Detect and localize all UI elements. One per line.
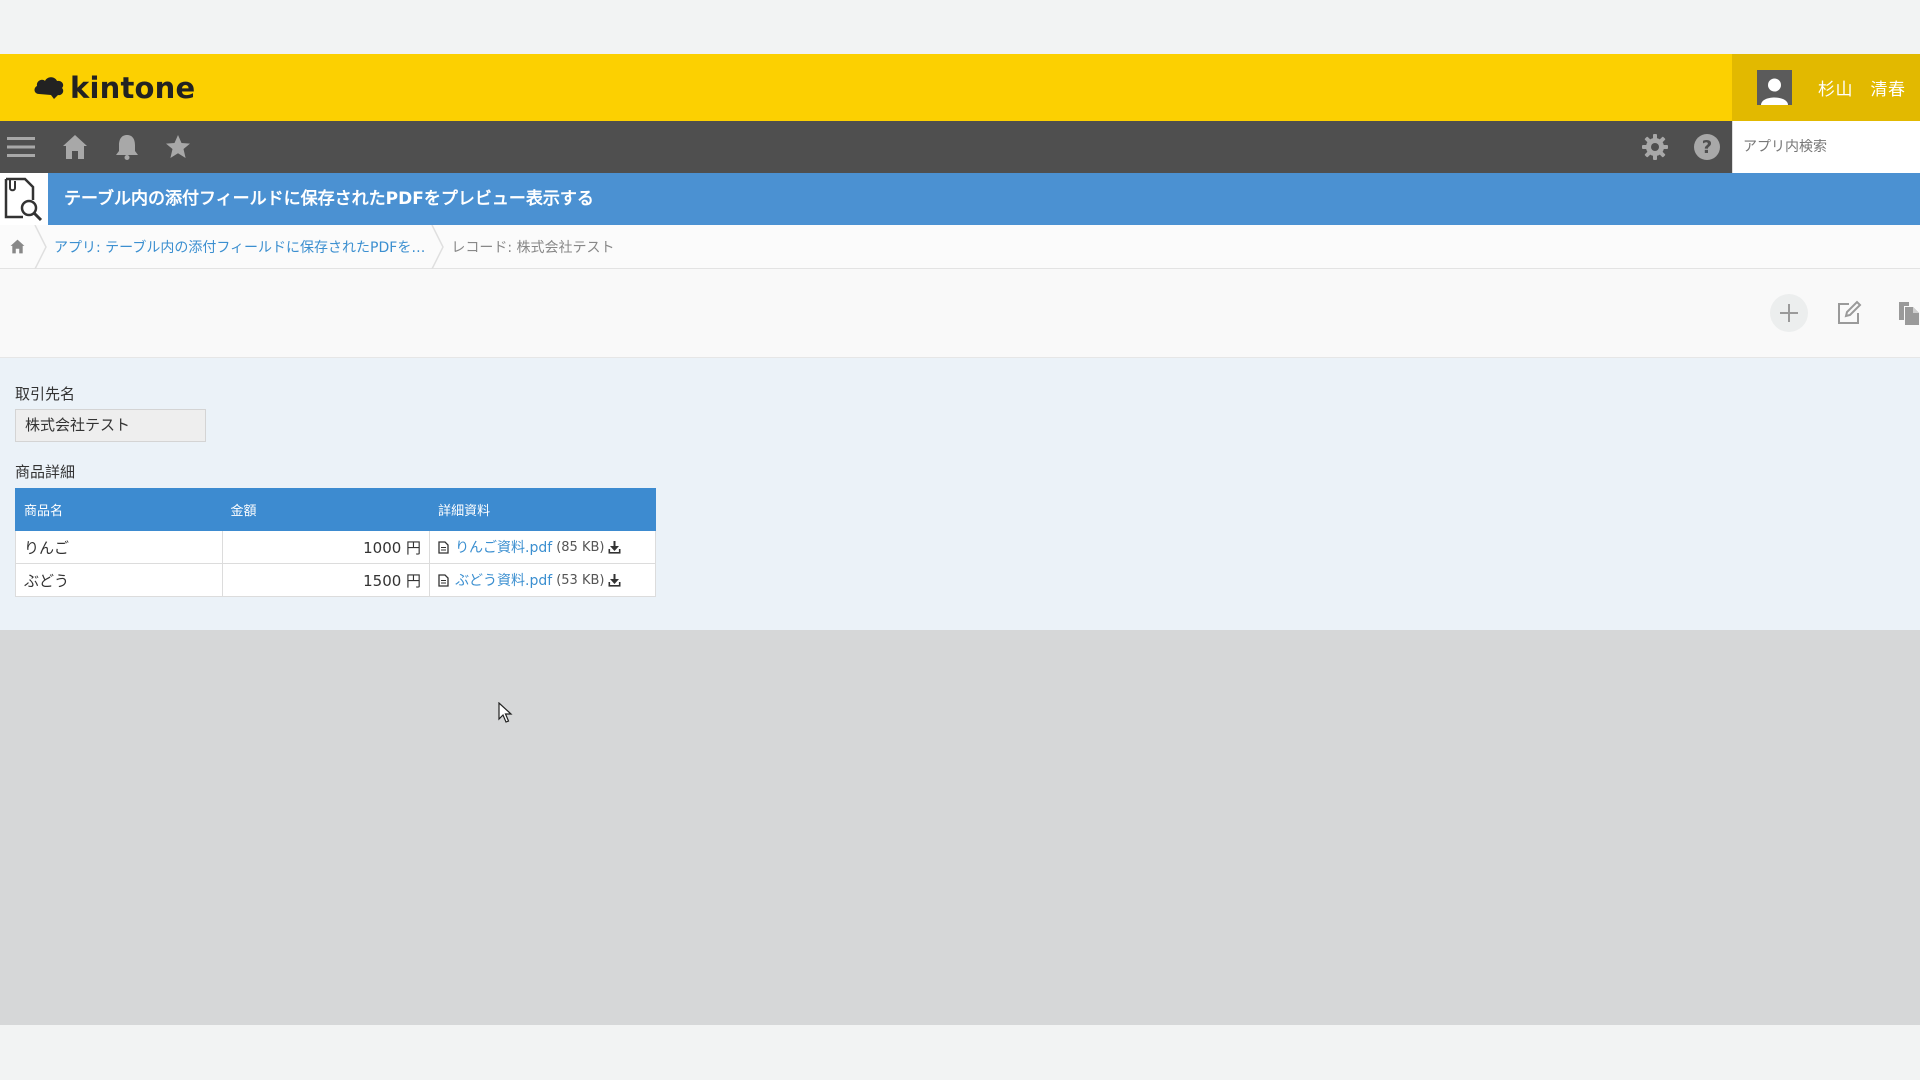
client-name-label: 取引先名 [15,385,76,403]
kintone-cloud-icon [34,77,64,99]
app-icon [0,173,48,225]
global-toolbar: ? [0,121,1920,173]
file-icon [438,573,449,587]
user-name: 杉山 清春 [1818,80,1906,100]
bell-icon [116,135,138,160]
client-name-value: 株式会社テスト [15,409,206,442]
amount-cell: 1500 円 [221,563,431,597]
gear-icon [1642,134,1668,160]
user-icon [1761,78,1788,105]
document-search-icon [4,177,43,222]
download-icon [608,541,621,554]
chevron-right-icon [34,224,47,269]
settings-button[interactable] [1640,121,1670,173]
chevron-right-icon [431,224,445,269]
product-name-cell: ぶどう [15,563,223,597]
file-icon [438,540,449,554]
column-header-amount: 金額 [221,488,431,531]
mouse-cursor-icon [498,702,513,723]
record-action-bar [0,269,1920,358]
kintone-logo[interactable]: kintone [32,68,195,108]
app-search-box [1732,121,1920,173]
breadcrumb: アプリ: テーブル内の添付フィールドに保存されたPDFを… レコード: 株式会社… [0,224,1920,269]
logo-text: kintone [70,71,196,105]
help-icon: ? [1694,134,1720,160]
avatar [1757,70,1792,105]
svg-text:?: ? [1702,137,1712,158]
home-icon [10,239,24,254]
menu-icon [7,137,35,157]
product-details-table: 商品名 金額 詳細資料 りんご 1000 円 りんご資料.pdf (85 KB)… [15,488,656,597]
breadcrumb-record: レコード: 株式会社テスト [451,239,615,256]
app-title: テーブル内の添付フィールドに保存されたPDFをプレビュー表示する [64,189,594,209]
column-header-product: 商品名 [15,488,223,531]
copy-icon [1899,302,1919,325]
amount-cell: 1000 円 [221,530,431,564]
portal-home-button[interactable] [60,121,90,173]
help-button[interactable]: ? [1692,121,1722,173]
document-cell: りんご資料.pdf (85 KB) [429,530,656,564]
breadcrumb-home[interactable] [0,225,34,269]
edit-icon [1838,300,1862,324]
product-details-label: 商品詳細 [15,463,76,481]
home-icon [63,135,87,159]
document-cell: ぶどう資料.pdf (53 KB) [429,563,656,597]
global-header: kintone 杉山 清春 [0,54,1920,121]
app-title-bar: テーブル内の添付フィールドに保存されたPDFをプレビュー表示する [0,173,1920,225]
file-size: (53 KB) [556,572,605,588]
plus-icon [1780,304,1798,322]
menu-button[interactable] [6,121,36,173]
record-detail: 取引先名 株式会社テスト 商品詳細 商品名 金額 詳細資料 りんご 1000 円 [0,358,1920,630]
file-link[interactable]: ぶどう資料.pdf [455,570,552,590]
breadcrumb-app-link[interactable]: アプリ: テーブル内の添付フィールドに保存されたPDFを… [48,237,431,257]
notifications-button[interactable] [112,121,142,173]
user-menu[interactable]: 杉山 清春 [1732,54,1920,121]
file-link[interactable]: りんご資料.pdf [455,537,552,557]
favorites-button[interactable] [163,121,193,173]
add-record-button[interactable] [1770,294,1808,332]
kintone-app: kintone 杉山 清春 ? アプリ内検索 テーブル内の添付フィールドに保存さ… [0,54,1920,1025]
download-button[interactable] [608,573,621,587]
download-icon [608,574,621,587]
file-size: (85 KB) [556,539,605,555]
star-icon [166,135,190,158]
app-search-input[interactable] [1743,139,1913,155]
download-button[interactable] [608,540,621,554]
product-name-cell: りんご [15,530,223,564]
table-header-row: 商品名 金額 詳細資料 [15,488,656,531]
column-header-document: 詳細資料 [429,488,656,531]
table-row: ぶどう 1500 円 ぶどう資料.pdf (53 KB) [15,563,656,597]
edit-record-button[interactable] [1830,294,1868,332]
table-row: りんご 1000 円 りんご資料.pdf (85 KB) [15,530,656,564]
duplicate-record-button[interactable] [1890,294,1920,332]
